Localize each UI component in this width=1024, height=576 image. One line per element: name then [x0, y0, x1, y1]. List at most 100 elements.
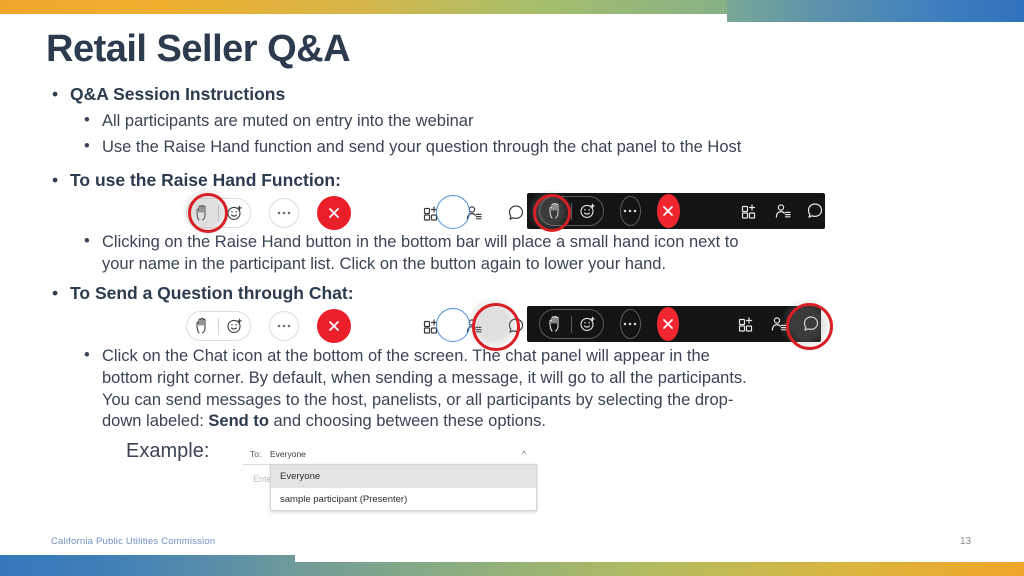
participants-button[interactable]: [459, 311, 489, 341]
bullet-label: To use the Raise Hand Function:: [70, 170, 341, 190]
meeting-toolbar-dark-raise-hand[interactable]: [527, 193, 825, 229]
slide-page-number: 13: [960, 536, 972, 547]
bullet-text-line-3: You can send messages to the host, panel…: [102, 390, 734, 409]
raise-hand-icon: [196, 318, 206, 334]
participants-button[interactable]: [769, 309, 789, 339]
bullet-text-line-4: down labeled: Send to and choosing betwe…: [102, 411, 964, 433]
bullet-to-use-raise-hand: • To use the Raise Hand Function:: [52, 170, 341, 191]
more-options-icon: [624, 209, 637, 213]
raise-hand-icon: [549, 316, 559, 332]
bullet-text: All participants are muted on entry into…: [102, 112, 474, 130]
leave-meeting-button[interactable]: [317, 309, 351, 343]
reactions-button[interactable]: [572, 197, 603, 225]
participants-list-icon: [775, 204, 791, 218]
reactions-button[interactable]: [219, 199, 250, 227]
apps-grid-plus-icon: [739, 317, 753, 332]
raise-hand-reaction-pill[interactable]: [186, 311, 251, 341]
reaction-smiley-plus-icon: [226, 318, 242, 333]
leave-meeting-button[interactable]: [656, 194, 681, 228]
reaction-smiley-plus-icon: [579, 316, 595, 331]
raise-hand-icon: [549, 203, 559, 219]
chat-button[interactable]: [801, 309, 821, 339]
send-to-selected-value: Everyone: [270, 449, 306, 459]
bullet-raise-hand-chat-host: • Use the Raise Hand function and send y…: [84, 137, 964, 159]
leave-meeting-button[interactable]: [656, 307, 680, 341]
more-options-button[interactable]: [620, 196, 641, 226]
apps-grid-plus-icon: [423, 206, 438, 221]
meeting-toolbar-light-chat[interactable]: [186, 309, 531, 343]
leave-meeting-close-icon: [663, 319, 673, 329]
apps-button[interactable]: [740, 196, 760, 226]
reaction-smiley-plus-icon: [226, 205, 242, 220]
more-options-button[interactable]: [620, 309, 641, 339]
dropdown-option-everyone[interactable]: Everyone: [271, 465, 536, 488]
raise-hand-button[interactable]: [187, 199, 218, 227]
participants-list-icon: [466, 206, 482, 220]
apps-button[interactable]: [417, 311, 447, 341]
bullet-qa-session-instructions: • Q&A Session Instructions: [52, 84, 285, 105]
leave-meeting-close-icon: [329, 208, 339, 218]
bullet-label: Q&A Session Instructions: [70, 84, 286, 104]
chat-bubble-icon: [807, 203, 822, 218]
bullet-marker: •: [52, 84, 59, 104]
raise-hand-reaction-pill[interactable]: [186, 198, 251, 228]
meeting-toolbar-light-raise-hand[interactable]: [186, 196, 531, 230]
send-to-emphasis: Send to: [208, 412, 269, 431]
more-options-button[interactable]: [269, 198, 299, 228]
bullet-muted-on-entry: • All participants are muted on entry in…: [84, 111, 944, 133]
dropdown-option-sample-participant[interactable]: sample participant (Presenter): [271, 488, 536, 510]
reactions-button[interactable]: [572, 310, 603, 338]
raise-hand-reaction-pill[interactable]: [539, 309, 604, 339]
more-options-icon: [624, 322, 637, 326]
more-options-icon: [277, 324, 291, 328]
raise-hand-button[interactable]: [540, 310, 571, 338]
leave-meeting-close-icon: [329, 321, 339, 331]
apps-grid-plus-icon: [742, 204, 756, 219]
chat-panel-send-to-mock[interactable]: To: Everyone ^ Enter Everyone sample par…: [243, 444, 537, 511]
participants-list-icon: [466, 319, 482, 333]
bullet-marker: •: [84, 232, 90, 250]
more-options-button[interactable]: [269, 311, 299, 341]
bullet-text-line-2: bottom right corner. By default, when se…: [102, 368, 747, 387]
footer-organization: California Public Utilities Commission: [51, 536, 216, 547]
raise-hand-button[interactable]: [187, 312, 218, 340]
bullet-marker: •: [84, 346, 90, 364]
bullet-label: To Send a Question through Chat:: [70, 283, 354, 303]
bullet-marker: •: [52, 170, 59, 190]
bullet-text-line-1: Click on the Chat icon at the bottom of …: [102, 347, 710, 365]
reactions-button[interactable]: [219, 312, 250, 340]
send-to-row[interactable]: To: Everyone ^: [243, 444, 535, 465]
bullet-marker: •: [52, 283, 59, 303]
line4-post: and choosing between these options.: [268, 412, 546, 431]
slide-content: • Q&A Session Instructions • All particip…: [0, 0, 1024, 576]
more-options-icon: [277, 211, 291, 215]
raise-hand-icon: [196, 205, 206, 221]
bullet-chat-explanation: • Click on the Chat icon at the bottom o…: [84, 346, 964, 433]
bullet-marker: •: [84, 137, 90, 155]
apps-grid-plus-icon: [423, 319, 438, 334]
participants-button[interactable]: [459, 198, 489, 228]
send-to-label: To:: [250, 449, 262, 459]
chat-bubble-icon: [508, 205, 524, 220]
example-label: Example:: [126, 440, 210, 462]
line4-pre: down labeled:: [102, 412, 209, 431]
leave-meeting-close-icon: [663, 206, 674, 216]
apps-button[interactable]: [737, 309, 757, 339]
participants-button[interactable]: [772, 196, 792, 226]
apps-button[interactable]: [417, 198, 447, 228]
meeting-toolbar-dark-chat[interactable]: [527, 306, 821, 342]
chat-bubble-icon: [803, 316, 819, 331]
raise-hand-button[interactable]: [540, 197, 571, 225]
bullet-to-send-question-through-chat: • To Send a Question through Chat:: [52, 283, 354, 304]
bullet-text-line-2: your name in the participant list. Click…: [102, 254, 667, 273]
bullet-raise-hand-explanation: • Clicking on the Raise Hand button in t…: [84, 232, 944, 276]
participants-list-icon: [771, 317, 787, 331]
chat-button[interactable]: [805, 196, 825, 226]
send-to-dropdown-list[interactable]: Everyone sample participant (Presenter): [270, 464, 537, 511]
reaction-smiley-plus-icon: [579, 203, 595, 218]
bullet-marker: •: [84, 111, 90, 129]
leave-meeting-button[interactable]: [317, 196, 351, 230]
chevron-up-icon[interactable]: ^: [522, 449, 526, 459]
chat-bubble-icon: [508, 318, 524, 333]
raise-hand-reaction-pill[interactable]: [539, 196, 604, 226]
